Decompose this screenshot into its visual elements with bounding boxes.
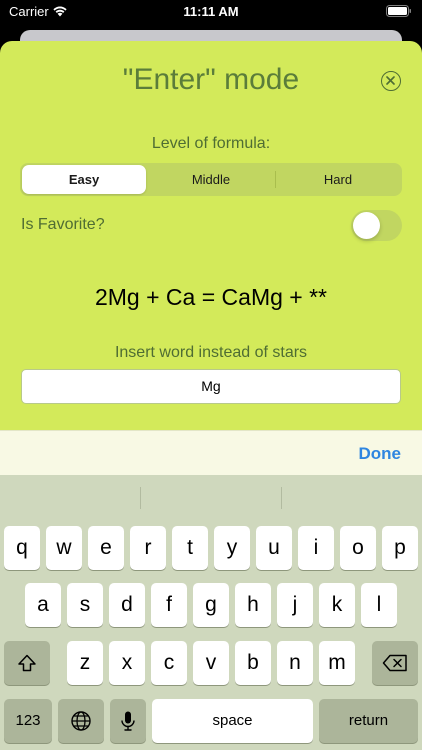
shift-icon — [18, 654, 36, 672]
globe-key[interactable] — [58, 699, 104, 743]
level-label: Level of formula: — [151, 135, 271, 152]
numbers-key[interactable]: 123 — [4, 699, 52, 743]
key-j[interactable]: j — [277, 583, 313, 627]
done-button[interactable]: Done — [359, 444, 402, 464]
insert-label: Insert word instead of stars — [114, 344, 308, 361]
status-bar: Carrier 11:11 AM — [0, 0, 422, 24]
enter-mode-sheet: "Enter" mode Level of formula: Easy Midd… — [0, 41, 422, 461]
key-g[interactable]: g — [193, 583, 229, 627]
close-icon — [386, 76, 395, 85]
keyboard-accessory-bar: Done — [0, 430, 422, 475]
key-q[interactable]: q — [4, 526, 40, 570]
status-time: 11:11 AM — [183, 4, 239, 19]
key-a[interactable]: a — [25, 583, 61, 627]
key-c[interactable]: c — [151, 641, 187, 685]
key-i[interactable]: i — [298, 526, 334, 570]
key-y[interactable]: y — [214, 526, 250, 570]
return-key[interactable]: return — [319, 699, 418, 743]
space-key[interactable]: space — [152, 699, 313, 743]
key-s[interactable]: s — [67, 583, 103, 627]
key-d[interactable]: d — [109, 583, 145, 627]
key-r[interactable]: r — [130, 526, 166, 570]
key-z[interactable]: z — [67, 641, 103, 685]
suggestion-divider — [281, 487, 282, 509]
close-button[interactable] — [381, 71, 401, 91]
keyboard: q w e r t y u i o p a s d f g h j k l z … — [0, 475, 422, 750]
key-l[interactable]: l — [361, 583, 397, 627]
toggle-knob — [353, 212, 380, 239]
key-n[interactable]: n — [277, 641, 313, 685]
shift-key[interactable] — [4, 641, 50, 685]
key-f[interactable]: f — [151, 583, 187, 627]
key-p[interactable]: p — [382, 526, 418, 570]
key-x[interactable]: x — [109, 641, 145, 685]
key-v[interactable]: v — [193, 641, 229, 685]
backspace-icon — [382, 654, 407, 672]
backspace-key[interactable] — [372, 641, 418, 685]
key-u[interactable]: u — [256, 526, 292, 570]
key-t[interactable]: t — [172, 526, 208, 570]
globe-icon — [71, 711, 91, 731]
segment-middle[interactable]: Middle — [148, 165, 274, 194]
segment-hard[interactable]: Hard — [276, 165, 400, 194]
answer-input[interactable]: Mg — [21, 369, 401, 404]
favorite-toggle[interactable] — [351, 210, 402, 241]
key-k[interactable]: k — [319, 583, 355, 627]
dictation-key[interactable] — [110, 699, 146, 743]
key-b[interactable]: b — [235, 641, 271, 685]
favorite-label: Is Favorite? — [21, 216, 105, 233]
key-o[interactable]: o — [340, 526, 376, 570]
formula-text: 2Mg + Ca = CaMg + ** — [94, 284, 328, 310]
level-segmented-control: Easy Middle Hard — [20, 163, 402, 196]
suggestion-divider — [140, 487, 141, 509]
key-h[interactable]: h — [235, 583, 271, 627]
key-w[interactable]: w — [46, 526, 82, 570]
segment-easy[interactable]: Easy — [22, 165, 146, 194]
key-e[interactable]: e — [88, 526, 124, 570]
battery-icon — [386, 5, 411, 17]
microphone-icon — [121, 711, 135, 731]
key-m[interactable]: m — [319, 641, 355, 685]
sheet-title: "Enter" mode — [122, 63, 300, 96]
